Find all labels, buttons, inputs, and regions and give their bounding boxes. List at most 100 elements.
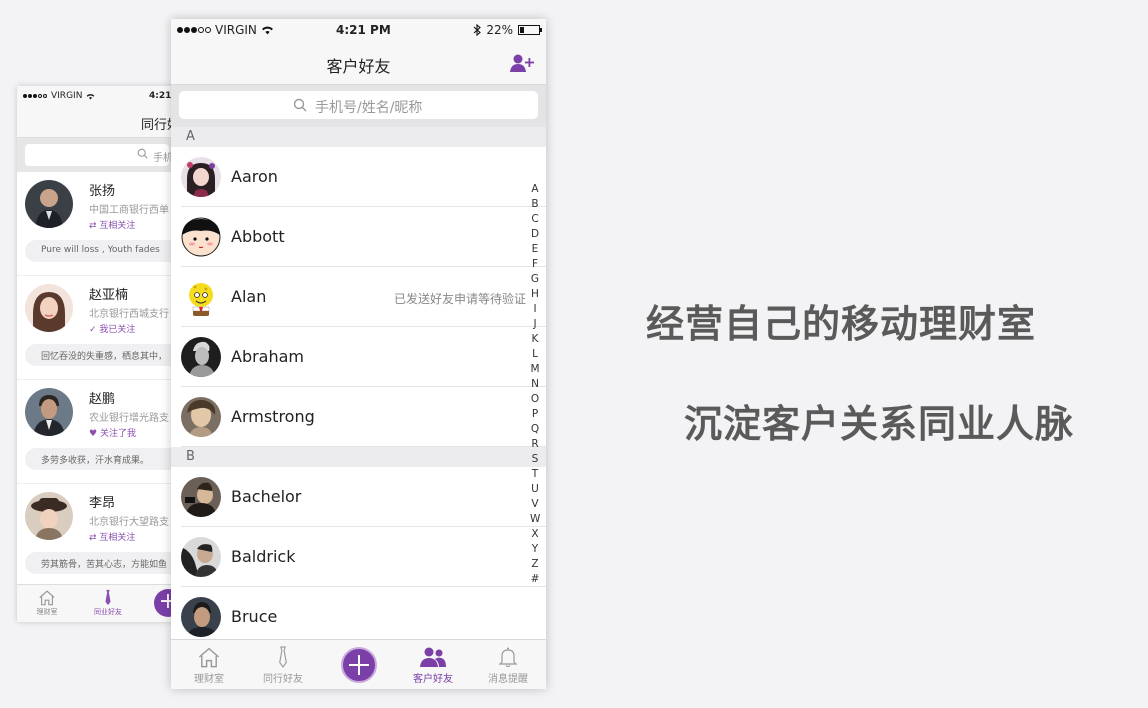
index-letter[interactable]: P [530, 407, 540, 422]
index-letter[interactable]: C [530, 212, 540, 227]
contact-row[interactable]: Armstrong [171, 387, 546, 447]
index-letter[interactable]: Q [530, 422, 540, 437]
contact-row[interactable]: Abbott [171, 207, 546, 267]
list-item[interactable]: 李昂 北京银行大望路支 ⇄ 互相关注 劳其筋骨，苦其心志，方能如鱼 [17, 484, 177, 588]
contact-row[interactable]: Bachelor [171, 467, 546, 527]
wifi-icon [261, 26, 273, 35]
index-letter[interactable]: K [530, 332, 540, 347]
bluetooth-icon [473, 24, 482, 36]
tab-peers[interactable]: 同业好友 [88, 589, 128, 617]
avatar[interactable] [181, 277, 221, 317]
avatar[interactable] [181, 537, 221, 577]
tab-home[interactable]: 理财室 [179, 646, 239, 685]
friend-name: 张扬 [89, 184, 116, 199]
index-letter[interactable]: Y [530, 542, 540, 557]
search-input[interactable]: 手机号 [25, 144, 177, 166]
contact-row[interactable]: Alan 已发送好友申请等待验证 [171, 267, 546, 327]
back-search-container: 手机号 [17, 138, 177, 172]
contact-row[interactable]: Baldrick [171, 527, 546, 587]
relation-badge: ⇄ 互相关注 [89, 533, 136, 543]
index-letter[interactable]: O [530, 392, 540, 407]
home-icon [39, 590, 55, 606]
status-time: 4:21 PM [336, 23, 391, 37]
tab-home[interactable]: 理财室 [27, 589, 67, 617]
back-status-bar: VIRGIN 4:21 [17, 86, 177, 106]
back-nav-bar: 同行好 [17, 106, 177, 138]
contact-name: Baldrick [231, 547, 296, 566]
index-letter[interactable]: B [530, 197, 540, 212]
index-letter[interactable]: N [530, 377, 540, 392]
tab-peers[interactable]: 同行好友 [253, 646, 313, 685]
index-letter[interactable]: H [530, 287, 540, 302]
contact-row[interactable]: Aaron [171, 147, 546, 207]
status-bar: VIRGIN 4:21 PM 22% [171, 19, 546, 41]
contact-name: Armstrong [231, 407, 315, 426]
friend-name: 李昂 [89, 496, 116, 511]
search-input[interactable]: 手机号/姓名/昵称 [179, 91, 538, 119]
tab-messages[interactable]: 消息提醒 [478, 646, 538, 685]
index-letter[interactable]: X [530, 527, 540, 542]
index-letter[interactable]: R [530, 437, 540, 452]
avatar[interactable] [25, 284, 73, 332]
friend-quote: 多劳多收获，汗水育成果。 [25, 448, 177, 470]
index-letter[interactable]: D [530, 227, 540, 242]
index-letter[interactable]: G [530, 272, 540, 287]
friend-company: 北京银行西城支行 [89, 309, 169, 320]
add-button[interactable] [341, 647, 377, 683]
tab-label: 同行好友 [263, 674, 303, 685]
index-letter[interactable]: M [530, 362, 540, 377]
index-letter[interactable]: T [530, 467, 540, 482]
carrier-label: VIRGIN [215, 23, 257, 37]
avatar[interactable] [181, 157, 221, 197]
tab-label: 理财室 [36, 608, 58, 616]
search-icon [137, 148, 148, 159]
list-item[interactable]: 赵亚楠 北京银行西城支行 ✓ 我已关注 回忆吞没的失重感，栖息其中， [17, 276, 177, 380]
bell-icon [498, 647, 518, 668]
index-letter[interactable]: S [530, 452, 540, 467]
add-person-icon[interactable] [510, 53, 534, 73]
avatar[interactable] [181, 597, 221, 637]
back-phone-screen: VIRGIN 4:21 同行好 手机号 张扬 中国工商银行西单 ⇄ 互相关注 P… [17, 86, 177, 622]
status-time: 4:21 [149, 91, 172, 101]
friend-company: 北京银行大望路支 [89, 517, 169, 528]
list-item[interactable]: 张扬 中国工商银行西单 ⇄ 互相关注 Pure will loss , Yout… [17, 172, 177, 276]
avatar[interactable] [181, 337, 221, 377]
home-icon [198, 647, 220, 668]
list-item[interactable]: 赵鹏 农业银行增光路支 ♥ 关注了我 多劳多收获，汗水育成果。 [17, 380, 177, 484]
friend-name: 赵亚楠 [89, 288, 129, 303]
index-letter[interactable]: A [530, 182, 540, 197]
avatar[interactable] [181, 397, 221, 437]
contact-list: A Aaron Abbott Alan 已发送好友申请等待验证 Abraham [171, 127, 546, 647]
index-letter[interactable]: J [530, 317, 540, 332]
relation-badge: ✓ 我已关注 [89, 325, 136, 335]
page-title: 客户好友 [326, 57, 391, 76]
contact-name: Alan [231, 287, 267, 306]
front-phone-screen: VIRGIN 4:21 PM 22% 客户好友 手机号/姓名/昵称 A Aaro… [171, 19, 546, 689]
index-letter[interactable]: V [530, 497, 540, 512]
tab-label: 消息提醒 [488, 674, 528, 685]
section-header: B [171, 447, 546, 467]
contact-row[interactable]: Bruce [171, 587, 546, 647]
index-letter[interactable]: I [530, 302, 540, 317]
avatar[interactable] [181, 477, 221, 517]
slogan-primary: 经营自己的移动理财室 [646, 302, 1037, 346]
battery-icon [518, 25, 542, 35]
avatar[interactable] [181, 217, 221, 257]
contact-row[interactable]: Abraham [171, 327, 546, 387]
search-icon [293, 98, 307, 112]
avatar[interactable] [25, 180, 73, 228]
alphabet-index[interactable]: A B C D E F G H I J K L M N O P Q R S T U V W X Y Z # [530, 182, 540, 587]
index-letter[interactable]: W [530, 512, 540, 527]
index-letter[interactable]: L [530, 347, 540, 362]
avatar[interactable] [25, 388, 73, 436]
avatar[interactable] [25, 492, 73, 540]
plus-icon [349, 655, 369, 675]
friend-quote: Pure will loss , Youth fades [25, 240, 177, 262]
signal-dots-icon [177, 27, 211, 33]
index-letter[interactable]: F [530, 257, 540, 272]
tab-clients[interactable]: 客户好友 [403, 646, 463, 685]
index-letter[interactable]: U [530, 482, 540, 497]
index-letter[interactable]: # [530, 572, 540, 587]
index-letter[interactable]: E [530, 242, 540, 257]
index-letter[interactable]: Z [530, 557, 540, 572]
